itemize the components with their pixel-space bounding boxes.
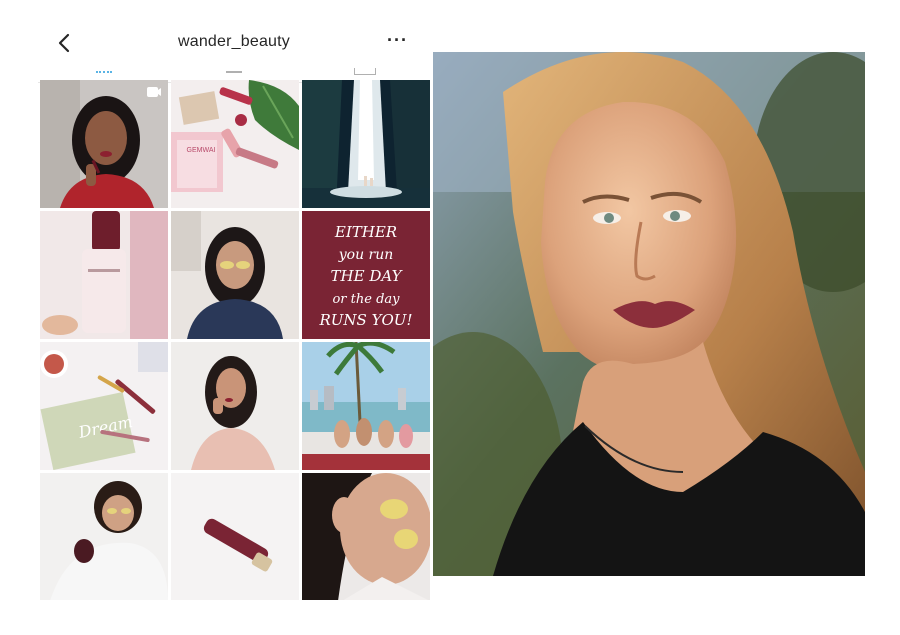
post-tile-lip-application[interactable] <box>171 342 299 470</box>
post-tile-lip-tube[interactable] <box>171 473 299 600</box>
more-options-button[interactable]: ··· <box>387 30 408 51</box>
quote-line-4: or the day <box>332 292 400 307</box>
profile-header: wander_beauty ··· <box>38 22 430 64</box>
post-tile-eye-patch-closeup[interactable] <box>302 473 430 600</box>
post-tile-serum-bottle[interactable] <box>40 211 168 339</box>
post-tile-waterfall[interactable] <box>302 80 430 208</box>
post-tile-boat-group[interactable] <box>302 342 430 470</box>
tagged-view-tab-icon[interactable] <box>354 68 376 75</box>
video-camera-icon <box>147 87 161 97</box>
model-portrait-photo <box>433 52 865 576</box>
post-tile-lounging-wine[interactable] <box>40 473 168 600</box>
post-tile-eye-patches-selfie[interactable] <box>171 211 299 339</box>
profile-username: wander_beauty <box>177 33 290 50</box>
grid-view-tab-icon[interactable] <box>96 71 112 76</box>
instagram-profile-screenshot: wander_beauty ··· GEMWAI EITHER you run … <box>38 22 430 600</box>
post-tile-notebook-flatlay[interactable]: Dream <box>40 342 168 470</box>
quote-line-1: EITHER <box>334 223 397 241</box>
post-tile-lipstick-portrait[interactable] <box>40 80 168 208</box>
post-tile-quote[interactable]: EITHER you run THE DAY or the day RUNS Y… <box>302 211 430 339</box>
quote-line-2: you run <box>338 247 394 263</box>
post-tile-lip-gloss-flatlay[interactable]: GEMWAI <box>171 80 299 208</box>
quote-line-3: THE DAY <box>331 267 404 285</box>
gloss-box-text: GEMWAI <box>187 147 216 154</box>
quote-line-5: RUNS YOU! <box>319 311 413 329</box>
list-view-tab-icon[interactable] <box>226 71 242 76</box>
post-grid: GEMWAI EITHER you run THE DAY or the day… <box>40 80 430 600</box>
